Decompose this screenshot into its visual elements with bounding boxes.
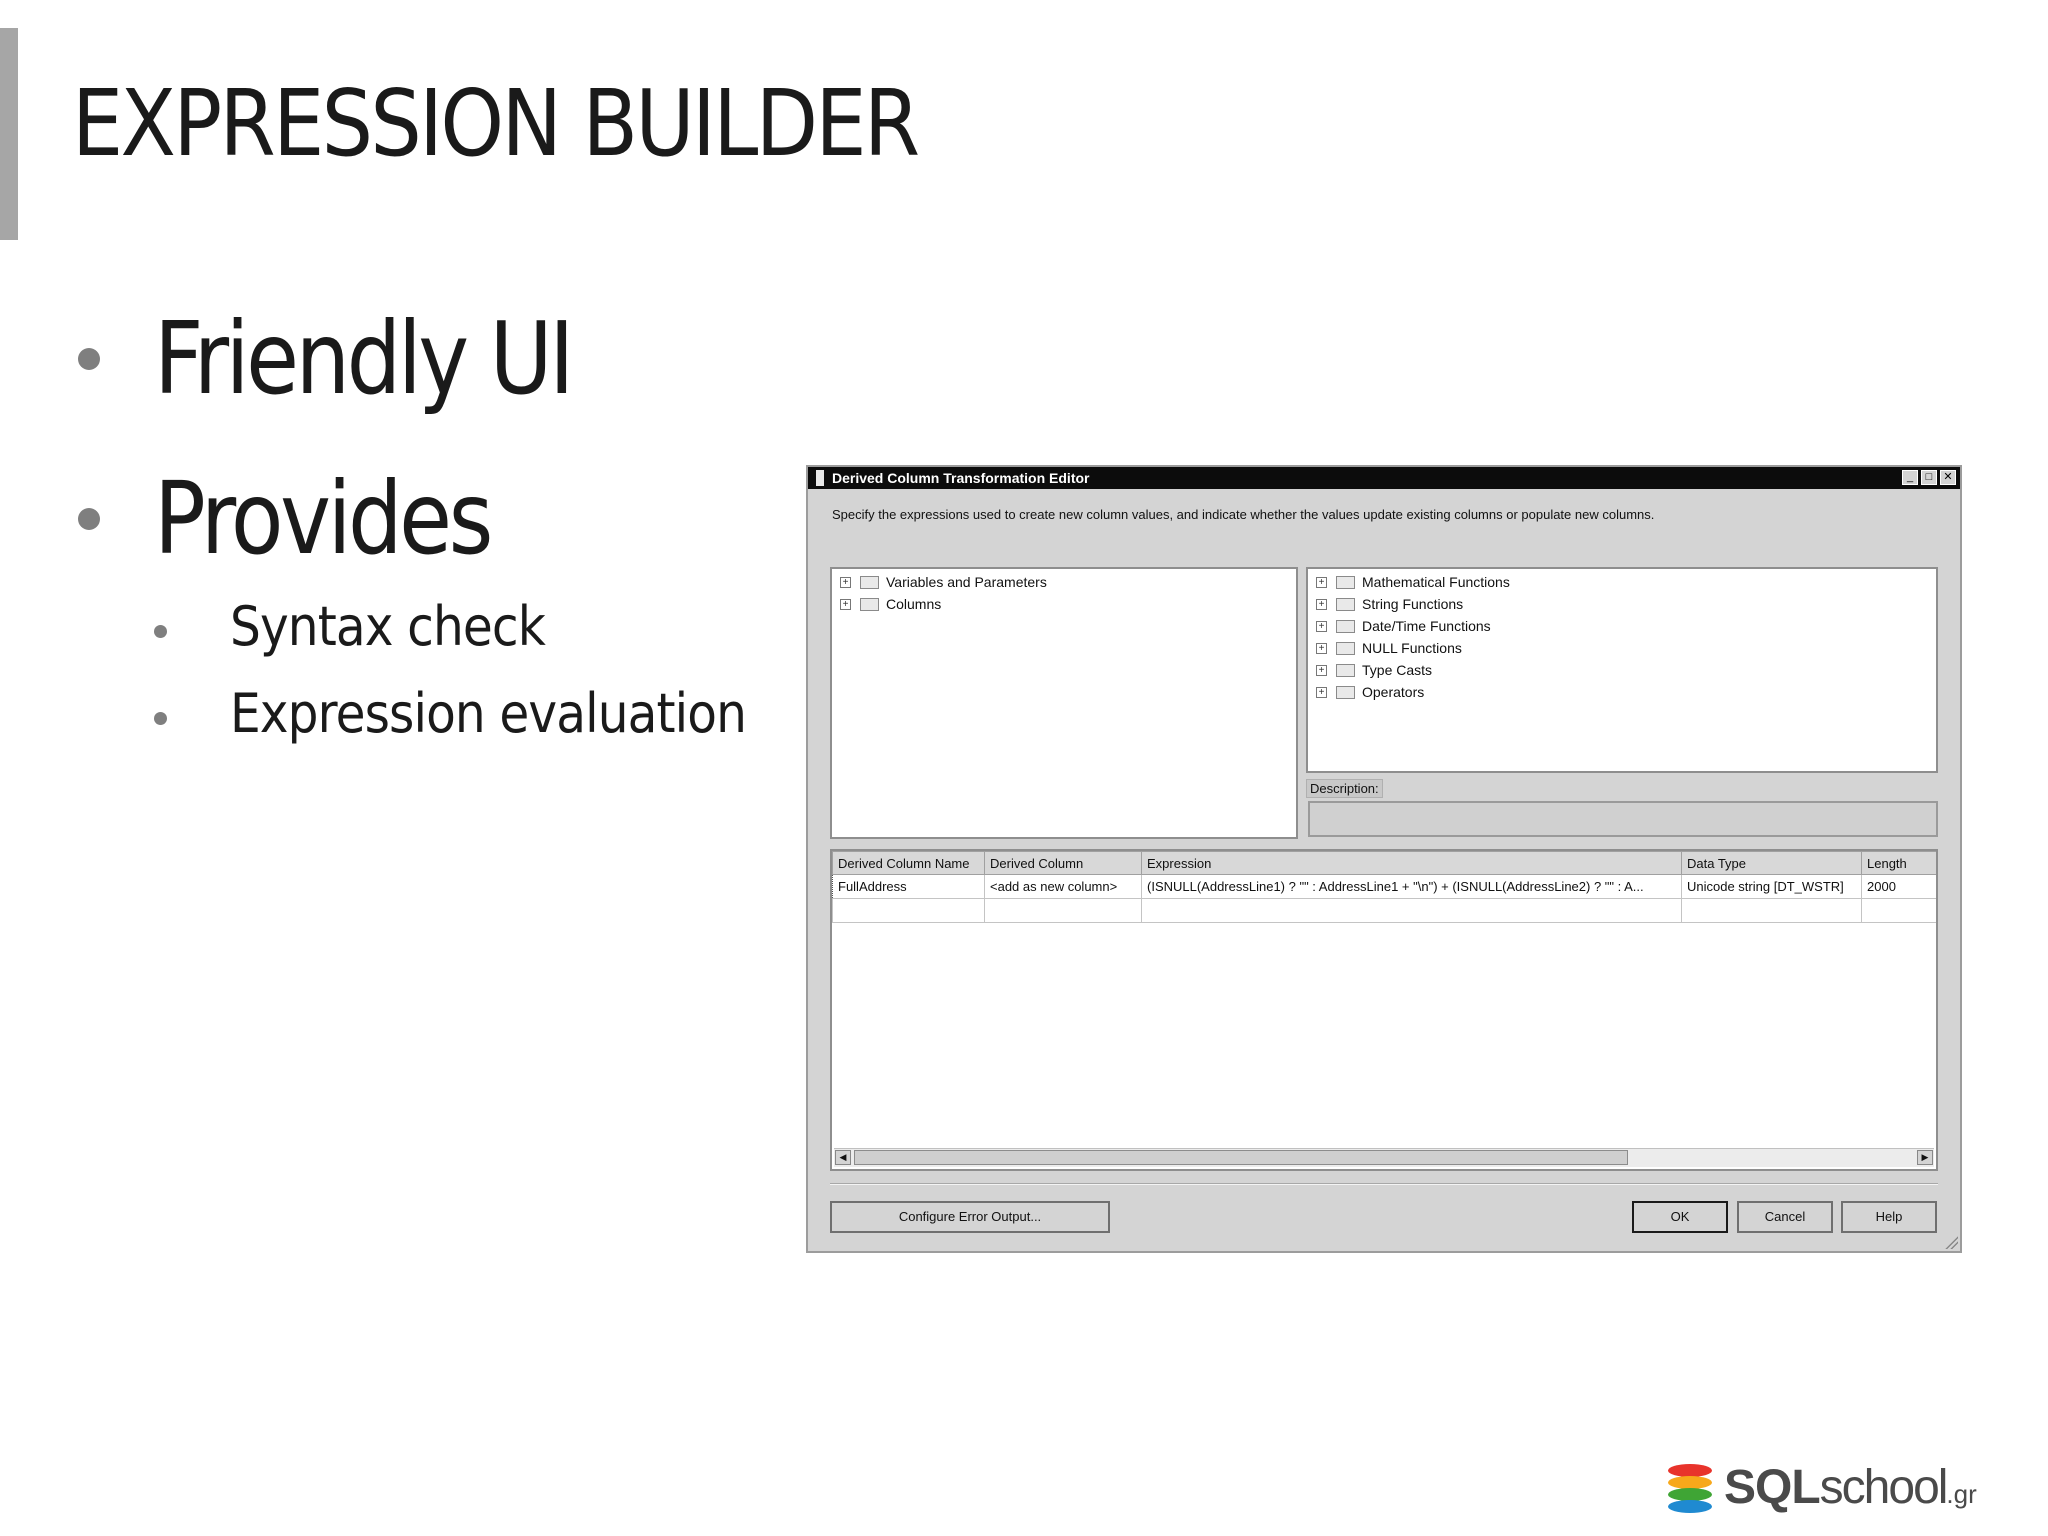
folder-icon [860,598,879,611]
folder-icon [1336,642,1355,655]
maximize-button[interactable]: □ [1921,470,1937,485]
expand-icon[interactable]: + [1316,643,1327,654]
bullet-dot [154,712,167,725]
expand-icon[interactable]: + [1316,687,1327,698]
ok-button[interactable]: OK [1632,1201,1728,1233]
folder-icon [1336,576,1355,589]
column-header-derived-column[interactable]: Derived Column [984,851,1142,875]
derived-column-editor-dialog: Derived Column Transformation Editor _ □… [806,465,1962,1253]
derived-columns-grid[interactable]: Derived Column Name Derived Column Expre… [830,849,1938,1171]
folder-icon [1336,686,1355,699]
cell-empty[interactable] [832,898,985,923]
dialog-titlebar[interactable]: Derived Column Transformation Editor _ □… [808,467,1960,489]
bullet-text: Expression evaluation [230,682,747,745]
column-header-data-type[interactable]: Data Type [1681,851,1862,875]
database-stack-icon [1668,1464,1712,1514]
tree-node-label: Mathematical Functions [1362,574,1510,590]
bullet-text: Syntax check [230,595,546,658]
bullet-dot [78,508,100,530]
grid-table: Derived Column Name Derived Column Expre… [832,851,1936,923]
description-label: Description: [1306,779,1383,798]
accent-bar [0,28,18,240]
bullet-text: Provides [154,460,493,577]
scroll-thumb[interactable] [854,1150,1628,1165]
tree-node-label: Type Casts [1362,662,1433,678]
column-header-length[interactable]: Length [1861,851,1936,875]
resize-grip-icon[interactable] [1944,1235,1958,1249]
logo-school: school [1819,1461,1949,1514]
tree-node-label: Columns [886,596,942,612]
window-menu-icon[interactable] [816,470,824,486]
logo-wordmark: SQLschool.gr [1724,1460,1977,1515]
expand-icon[interactable]: + [840,599,851,610]
description-box [1308,801,1938,837]
folder-icon [1336,664,1355,677]
grid-header-row: Derived Column Name Derived Column Expre… [832,851,1936,875]
logo-layer [1668,1500,1712,1513]
variables-columns-tree[interactable]: + Variables and Parameters + Columns [830,567,1298,839]
tree-node-label: Operators [1362,684,1425,700]
expand-icon[interactable]: + [1316,577,1327,588]
column-header-expression[interactable]: Expression [1141,851,1682,875]
tree-node-label: NULL Functions [1362,640,1462,656]
functions-tree[interactable]: + Mathematical Functions + String Functi… [1306,567,1938,773]
bullet-dot [154,625,167,638]
tree-node-label: String Functions [1362,596,1464,612]
cell-empty[interactable] [1681,898,1862,923]
cell-derived-column-name[interactable]: FullAddress [832,874,985,899]
bullet-text: Friendly UI [154,300,575,417]
table-row[interactable]: FullAddress <add as new column> (ISNULL(… [832,874,1936,899]
column-header-derived-column-name[interactable]: Derived Column Name [832,851,985,875]
horizontal-scrollbar[interactable]: ◀ ▶ [834,1148,1934,1167]
expand-icon[interactable]: + [1316,621,1327,632]
cell-empty[interactable] [1141,898,1682,923]
cell-empty[interactable] [1861,898,1936,923]
scroll-right-icon[interactable]: ▶ [1917,1150,1933,1165]
dialog-title: Derived Column Transformation Editor [832,470,1090,486]
folder-icon [1336,620,1355,633]
close-button[interactable]: ✕ [1940,470,1956,485]
cell-empty[interactable] [984,898,1142,923]
cell-data-type[interactable]: Unicode string [DT_WSTR] [1681,874,1862,899]
cancel-button[interactable]: Cancel [1737,1201,1833,1233]
sqlschool-logo: SQLschool.gr [1668,1460,2038,1520]
minimize-button[interactable]: _ [1902,470,1918,485]
cell-expression[interactable]: (ISNULL(AddressLine1) ? "" : AddressLine… [1141,874,1682,899]
slide-title: EXPRESSION BUILDER [72,70,920,177]
divider [830,1183,1938,1185]
expand-icon[interactable]: + [1316,665,1327,676]
dialog-instructions: Specify the expressions used to create n… [832,507,1655,522]
scroll-left-icon[interactable]: ◀ [835,1150,851,1165]
logo-sql: SQL [1724,1461,1821,1514]
cell-length[interactable]: 2000 [1861,874,1936,899]
tree-node-label: Date/Time Functions [1362,618,1491,634]
table-row-empty[interactable] [832,898,1936,923]
expand-icon[interactable]: + [1316,599,1327,610]
help-button[interactable]: Help [1841,1201,1937,1233]
folder-icon [1336,598,1355,611]
folder-icon [860,576,879,589]
cell-derived-column[interactable]: <add as new column> [984,874,1142,899]
expand-icon[interactable]: + [840,577,851,588]
logo-suffix: .gr [1946,1479,1977,1509]
bullet-dot [78,348,100,370]
configure-error-output-button[interactable]: Configure Error Output... [830,1201,1110,1233]
tree-node-label: Variables and Parameters [886,574,1047,590]
